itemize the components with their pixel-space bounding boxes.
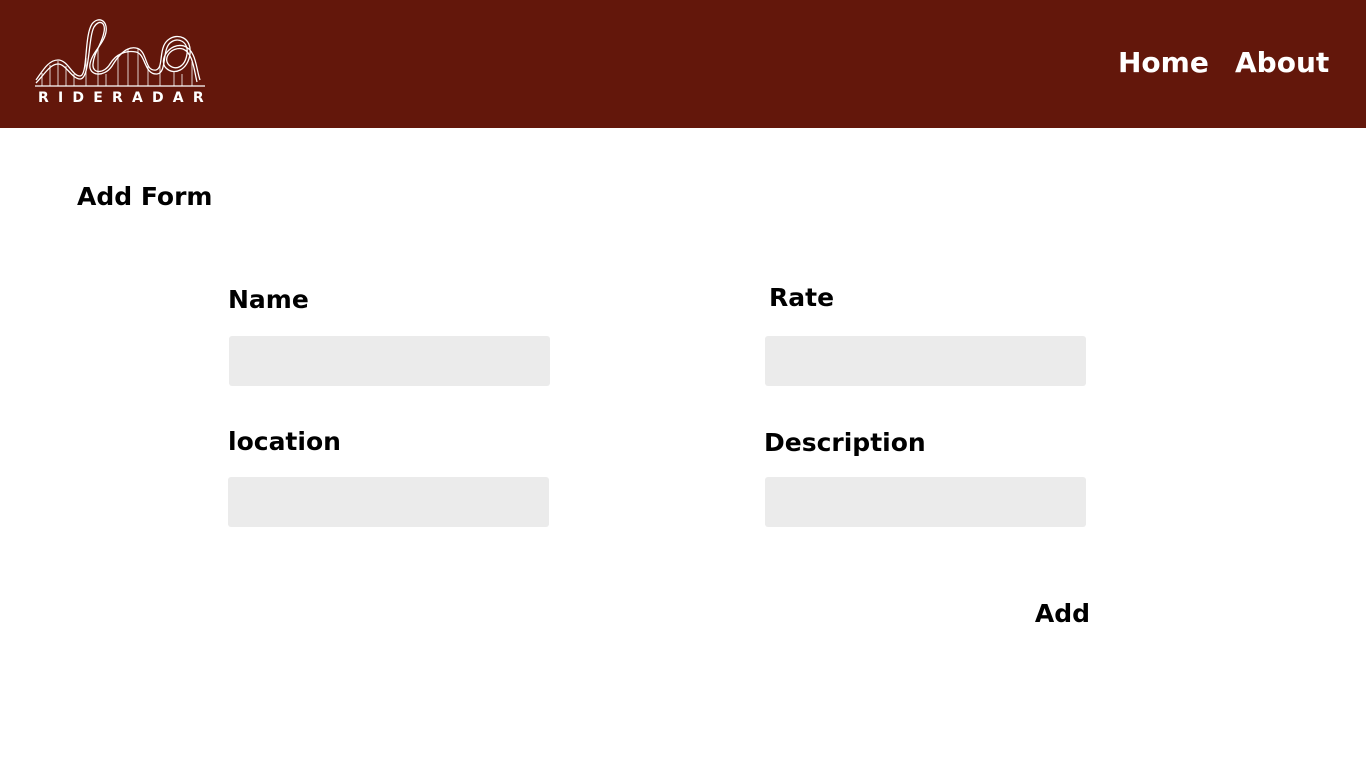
name-label: Name xyxy=(228,285,309,314)
nav-link-home[interactable]: Home xyxy=(1118,44,1209,82)
rate-label: Rate xyxy=(769,283,835,312)
roller-coaster-icon xyxy=(35,19,205,87)
location-label: location xyxy=(228,427,341,456)
rate-input[interactable] xyxy=(765,336,1086,386)
page-title: Add Form xyxy=(77,182,213,211)
site-logo[interactable]: RIDERADAR xyxy=(34,18,206,108)
location-input[interactable] xyxy=(228,477,549,527)
name-input[interactable] xyxy=(229,336,550,386)
nav-link-about[interactable]: About xyxy=(1235,44,1329,82)
add-button[interactable]: Add xyxy=(1030,596,1090,632)
top-navbar: RIDERADAR Home About xyxy=(0,0,1366,128)
description-label: Description xyxy=(764,428,926,457)
description-input[interactable] xyxy=(765,477,1086,527)
logo-wordmark: RIDERADAR xyxy=(38,90,213,106)
